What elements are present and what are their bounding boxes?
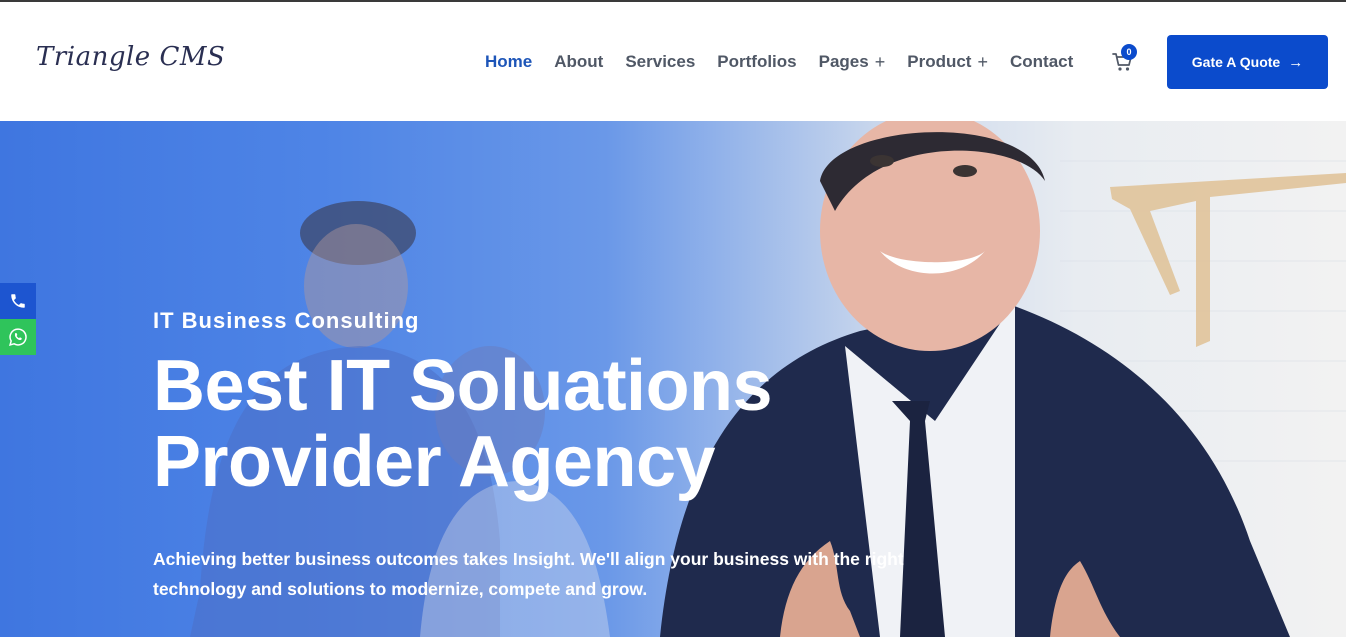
plus-icon: + xyxy=(977,51,988,72)
nav-item-portfolios[interactable]: Portfolios xyxy=(717,52,796,72)
nav-item-pages[interactable]: Pages + xyxy=(819,52,886,73)
whatsapp-icon xyxy=(9,328,27,346)
get-quote-label: Gate A Quote xyxy=(1191,54,1281,70)
nav-item-product[interactable]: Product + xyxy=(907,52,988,73)
cart-count-badge: 0 xyxy=(1121,44,1137,60)
nav-label: Services xyxy=(625,52,696,71)
nav-label: Pages xyxy=(818,52,869,71)
phone-icon xyxy=(11,294,25,308)
nav-label: Home xyxy=(485,52,533,71)
hero-kicker: IT Business Consulting xyxy=(153,308,420,333)
main-nav: Home About Services Portfolios Pages + Pr… xyxy=(485,50,1095,74)
arrow-right-icon: → xyxy=(1288,53,1304,71)
nav-label: About xyxy=(554,52,604,71)
hero-banner: IT Business Consulting Best IT Soluation… xyxy=(0,121,1346,637)
hero-headline: Best IT Soluations Provider Agency xyxy=(153,348,873,500)
phone-contact-button[interactable] xyxy=(0,283,36,319)
nav-item-contact[interactable]: Contact xyxy=(1010,52,1073,72)
get-quote-button[interactable]: Gate A Quote → xyxy=(1167,35,1328,89)
site-header: Triangle CMS Home About Services Portfol… xyxy=(0,2,1346,121)
hero-description: Achieving better business outcomes takes… xyxy=(153,549,904,599)
nav-item-home[interactable]: Home xyxy=(485,52,532,72)
hero-headline-line2: Provider Agency xyxy=(153,422,716,502)
site-logo[interactable]: Triangle CMS xyxy=(36,42,225,72)
whatsapp-contact-button[interactable] xyxy=(0,319,36,355)
nav-label: Product xyxy=(907,52,972,71)
plus-icon: + xyxy=(874,51,886,72)
nav-label: Contact xyxy=(1009,52,1074,71)
nav-item-services[interactable]: Services xyxy=(625,52,695,72)
hero-headline-line1: Best IT Soluations xyxy=(153,346,773,426)
nav-label: Portfolios xyxy=(717,52,797,71)
nav-item-about[interactable]: About xyxy=(554,52,603,72)
